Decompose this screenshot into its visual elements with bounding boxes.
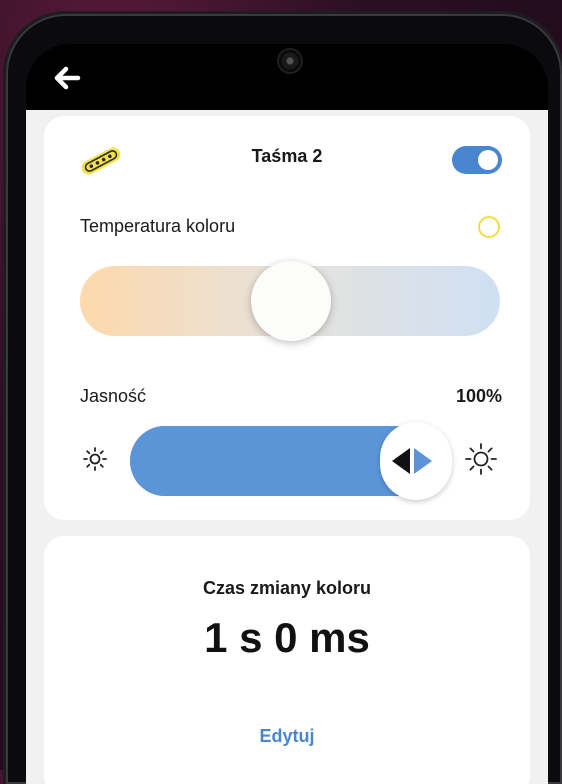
- screen: Taśma 2 Temperatura koloru Jasność 100%: [26, 44, 548, 784]
- temperature-slider-handle[interactable]: [251, 261, 331, 341]
- toggle-knob: [478, 150, 498, 170]
- brightness-value: 100%: [455, 386, 502, 406]
- transition-label: Czas zmiany koloru: [202, 578, 372, 598]
- brightness-label: Jasność: [80, 386, 147, 406]
- sun-small-icon: [83, 447, 107, 471]
- arrow-left-icon[interactable]: [48, 58, 88, 98]
- drag-arrows-icon: [392, 448, 432, 474]
- sun-large-icon: [465, 443, 497, 475]
- top-bar: [26, 44, 548, 110]
- device-card: Taśma 2 Temperatura koloru Jasność 100%: [44, 116, 530, 520]
- transition-value: 1 s 0 ms: [204, 614, 370, 661]
- edit-button[interactable]: Edytuj: [44, 726, 530, 747]
- content-area: Taśma 2 Temperatura koloru Jasność 100%: [26, 110, 548, 784]
- power-toggle[interactable]: [452, 146, 502, 174]
- temperature-label: Temperatura koloru: [80, 216, 236, 236]
- phone-frame: Taśma 2 Temperatura koloru Jasność 100%: [6, 14, 562, 784]
- brightness-slider-handle[interactable]: [380, 422, 452, 500]
- front-camera: [279, 50, 301, 72]
- color-indicator: [478, 216, 500, 238]
- transition-card: Czas zmiany koloru 1 s 0 ms Edytuj: [44, 536, 530, 784]
